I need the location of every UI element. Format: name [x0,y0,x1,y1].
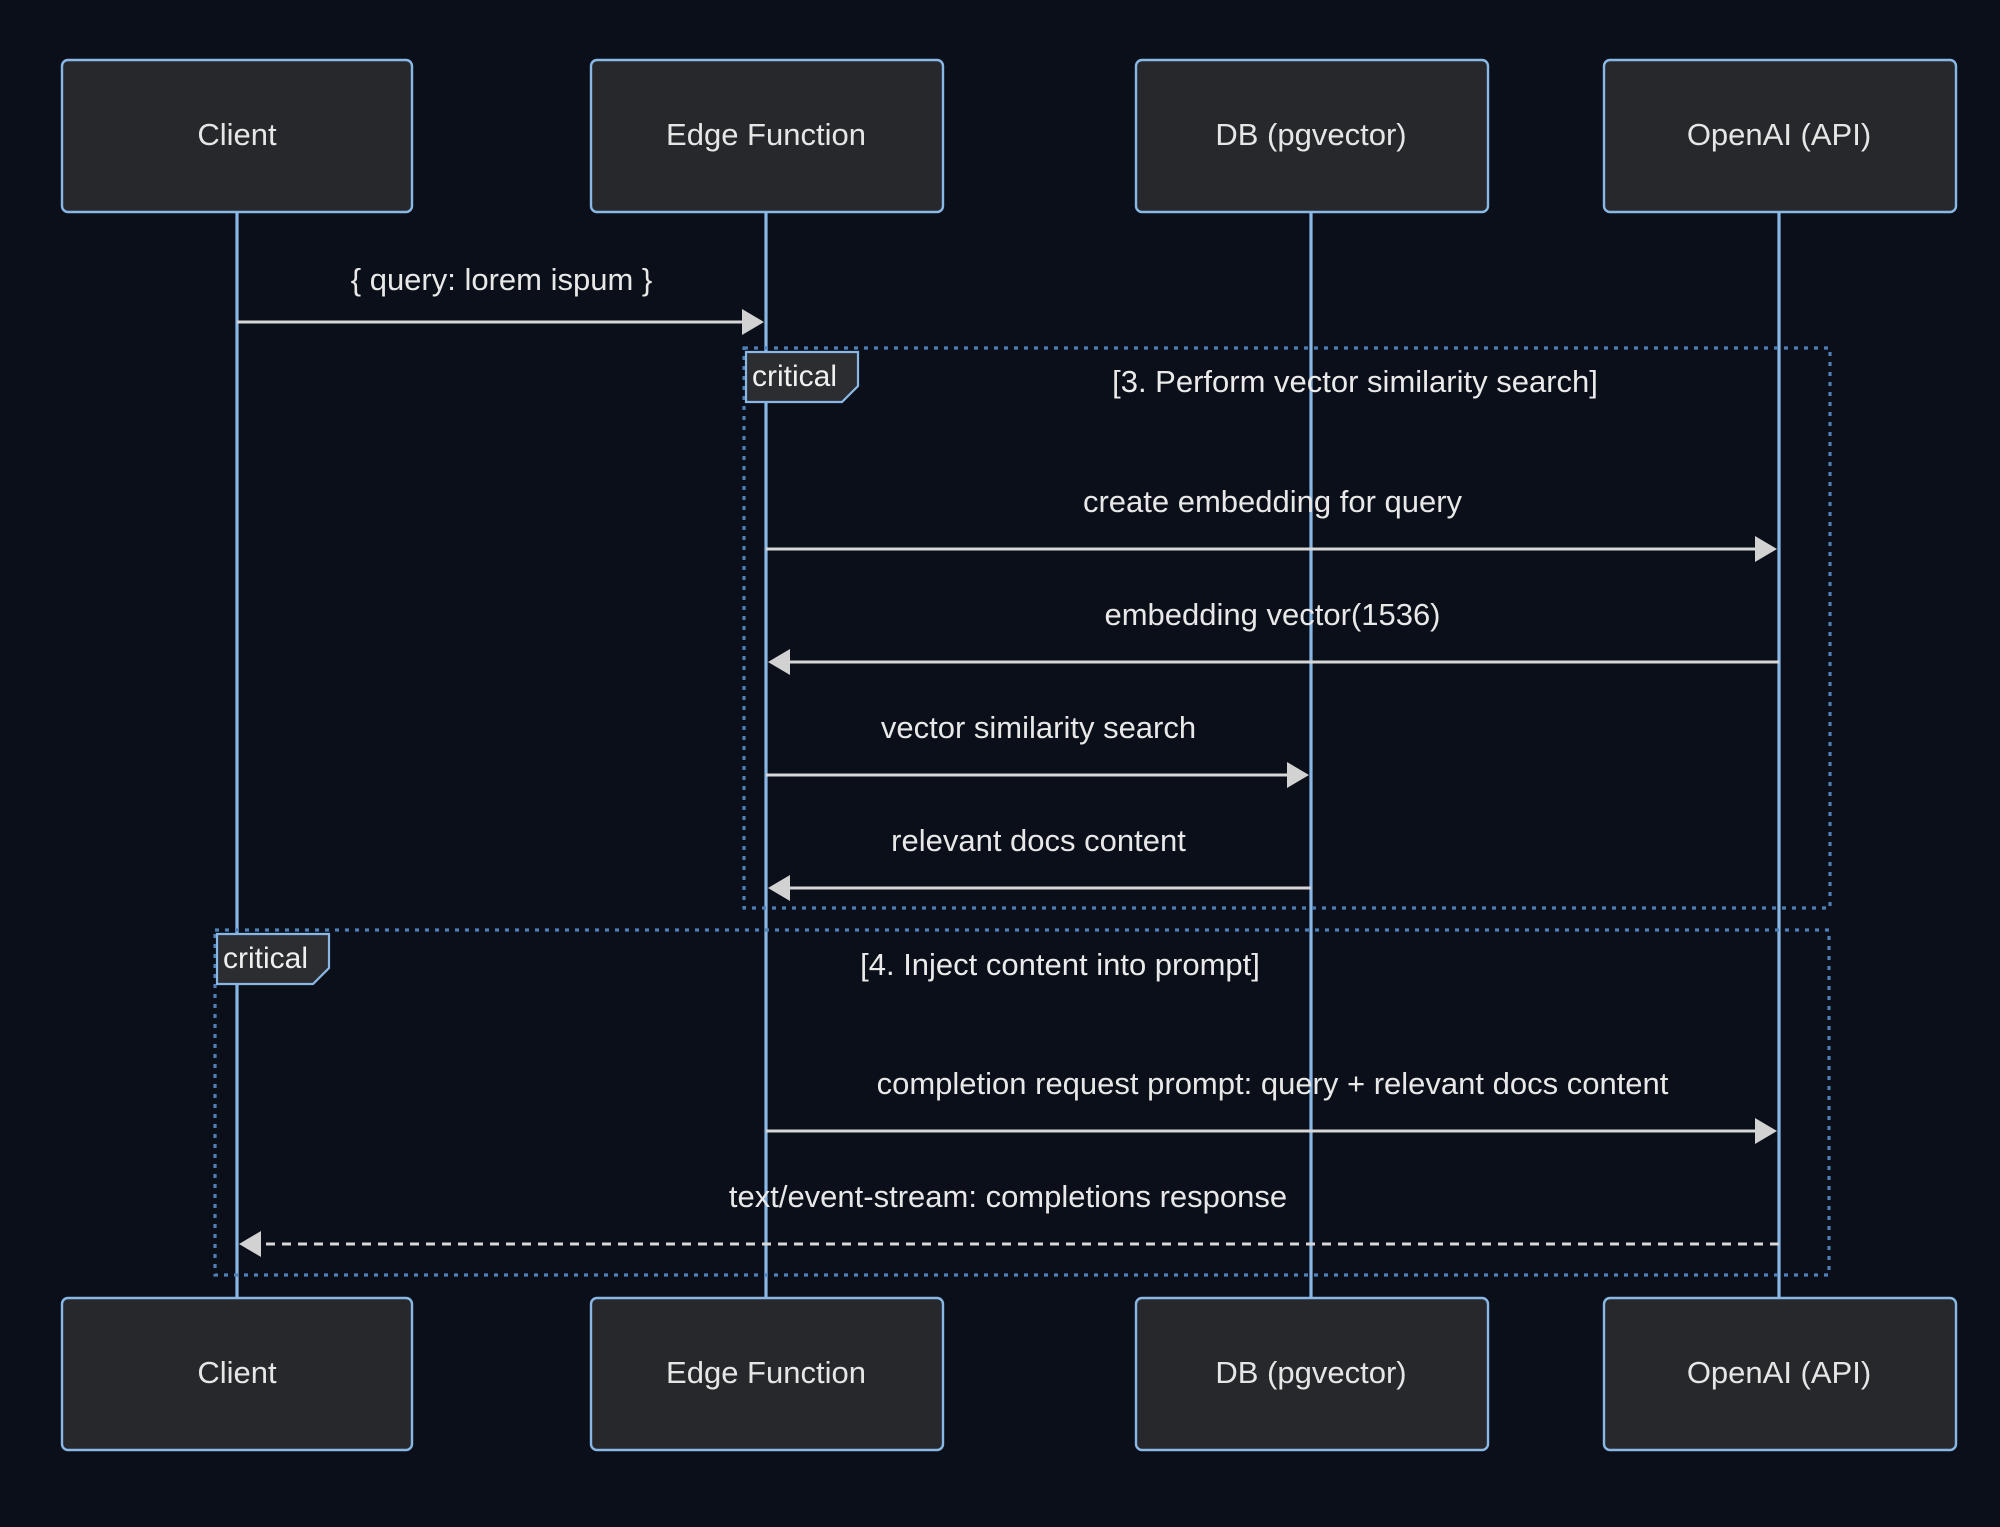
message-m6: completion request prompt: query + relev… [766,1066,1777,1144]
actor-label-bottom-openai: OpenAI (API) [1687,1355,1871,1390]
message-label-m3: embedding vector(1536) [1104,597,1440,632]
message-m4: vector similarity search [766,710,1309,788]
message-m1: { query: lorem ispum } [237,262,764,335]
actor-label-top-openai: OpenAI (API) [1687,117,1871,152]
message-label-m7: text/event-stream: completions response [729,1179,1287,1214]
actor-bottom-db[interactable]: DB (pgvector) [1134,1296,1490,1452]
actor-boxes-layer: Client Edge Function DB (pgvector) OpenAI (… [60,58,1958,1452]
message-label-m4: vector similarity search [881,710,1196,745]
actor-label-bottom-db: DB (pgvector) [1215,1355,1406,1390]
critical-block-title-block3: [3. Perform vector similarity search] [1112,364,1598,399]
message-arrowhead-m7 [239,1231,261,1257]
sequence-diagram-svg: critical [3. Perform vector similarity se… [60,58,1958,1452]
message-arrowhead-m4 [1287,762,1309,788]
actor-bottom-edge[interactable]: Edge Function [589,1296,945,1452]
actor-top-db[interactable]: DB (pgvector) [1134,58,1490,214]
message-arrowhead-m5 [768,875,790,901]
critical-block-tag-label-block4: critical [223,942,308,975]
message-label-m1: { query: lorem ispum } [351,262,653,297]
actor-label-top-db: DB (pgvector) [1215,117,1406,152]
critical-blocks-layer: critical [3. Perform vector similarity se… [213,346,1832,1277]
message-arrowhead-m2 [1755,536,1777,562]
sequence-diagram-canvas: critical [3. Perform vector similarity se… [0,0,2000,1527]
message-m7: text/event-stream: completions response [239,1179,1779,1257]
message-arrowhead-m1 [742,309,764,335]
actor-top-edge[interactable]: Edge Function [589,58,945,214]
message-arrowhead-m3 [768,649,790,675]
actor-top-openai[interactable]: OpenAI (API) [1602,58,1958,214]
message-m5: relevant docs content [768,823,1311,901]
critical-block-tag-label-block3: critical [752,360,837,393]
actor-label-top-client: Client [197,117,277,152]
message-label-m6: completion request prompt: query + relev… [877,1066,1669,1101]
actor-bottom-client[interactable]: Client [60,1296,414,1452]
actor-top-client[interactable]: Client [60,58,414,214]
message-m2: create embedding for query [766,484,1777,562]
messages-layer: { query: lorem ispum } create embedding f… [237,262,1779,1257]
actor-label-top-edge: Edge Function [666,117,866,152]
message-m3: embedding vector(1536) [768,597,1779,675]
actor-label-bottom-client: Client [197,1355,277,1390]
actor-bottom-openai[interactable]: OpenAI (API) [1602,1296,1958,1452]
message-label-m5: relevant docs content [891,823,1186,858]
critical-block-title-block4: [4. Inject content into prompt] [860,947,1260,982]
actor-label-bottom-edge: Edge Function [666,1355,866,1390]
message-label-m2: create embedding for query [1083,484,1463,519]
message-arrowhead-m6 [1755,1118,1777,1144]
